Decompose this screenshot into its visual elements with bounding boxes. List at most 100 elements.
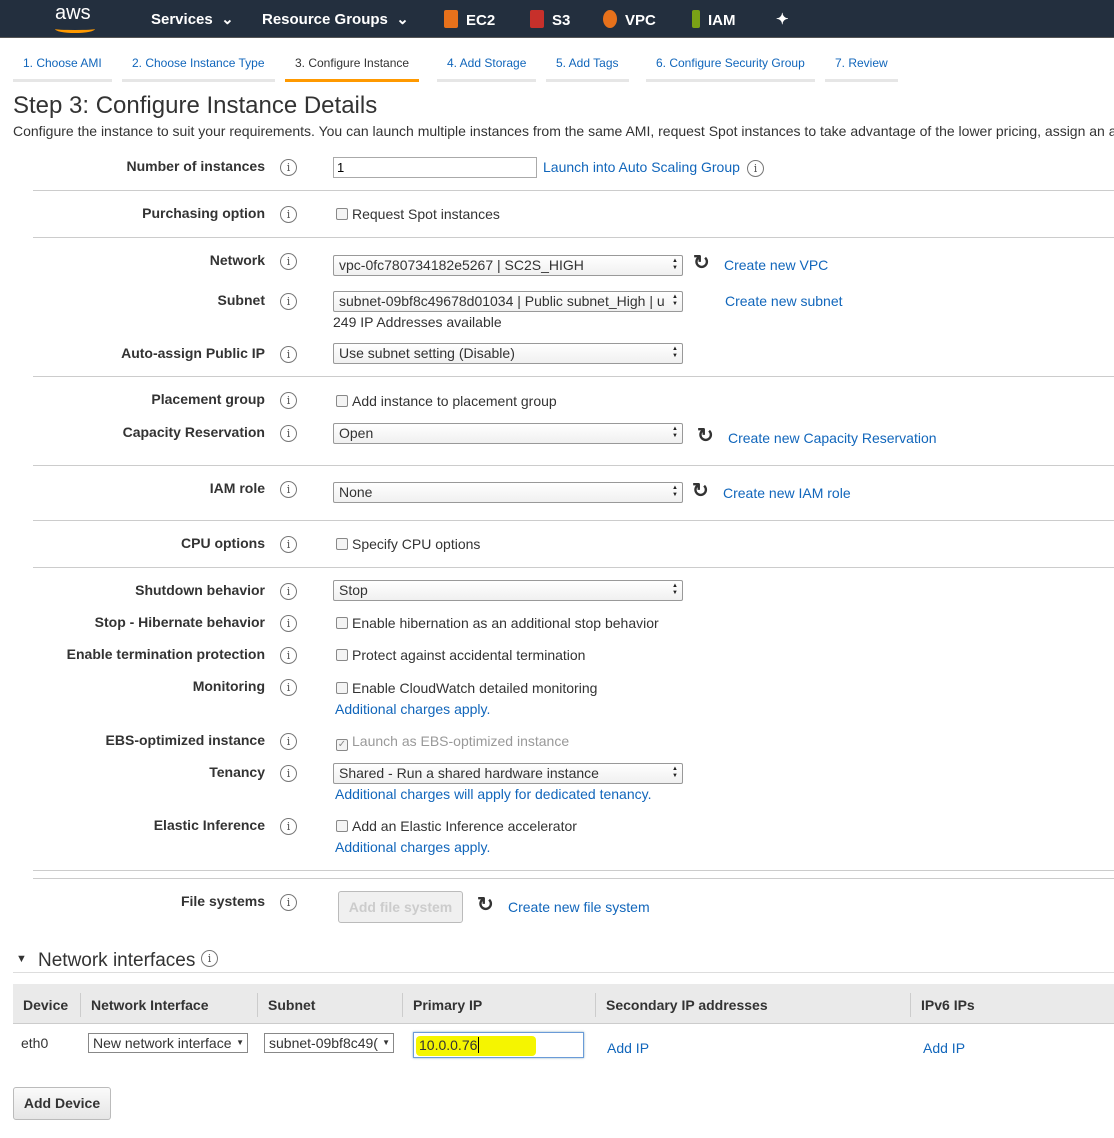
th-network-interface: Network Interface [91, 997, 209, 1013]
info-icon[interactable]: i [280, 346, 297, 363]
checkbox[interactable] [336, 208, 348, 220]
primary-ip-input[interactable]: 10.0.0.76 [413, 1032, 584, 1058]
info-icon[interactable]: i [280, 481, 297, 498]
divider [13, 972, 1114, 973]
services-menu[interactable]: Services ⌄ [151, 10, 234, 28]
termination-checkbox[interactable]: Protect against accidental termination [336, 647, 585, 663]
label-monitoring: Monitoring [192, 678, 265, 694]
create-capacity-link[interactable]: Create new Capacity Reservation [728, 430, 937, 446]
add-ipv6-link[interactable]: Add IP [923, 1040, 965, 1056]
divider [33, 520, 1114, 521]
refresh-icon[interactable]: ↻ [693, 253, 710, 273]
column-separator [257, 993, 258, 1017]
step-review[interactable]: 7. Review [825, 56, 898, 82]
network-interfaces-title[interactable]: Network interfaces [38, 950, 195, 972]
step-add-tags[interactable]: 5. Add Tags [546, 56, 629, 82]
info-icon[interactable]: i [280, 293, 297, 310]
auto-scaling-link[interactable]: Launch into Auto Scaling Group [543, 159, 740, 175]
checkbox[interactable] [336, 395, 348, 407]
monitoring-charges-link[interactable]: Additional charges apply. [335, 701, 490, 717]
top-nav: aws Services ⌄ Resource Groups ⌄ EC2 S3 … [0, 0, 1114, 38]
collapse-triangle-icon[interactable]: ▼ [16, 953, 27, 965]
label-cpu-options: CPU options [181, 535, 265, 551]
cpu-checkbox[interactable]: Specify CPU options [336, 536, 480, 552]
iam-select[interactable]: None [333, 482, 683, 503]
info-icon[interactable]: i [201, 950, 218, 967]
step-add-storage[interactable]: 4. Add Storage [437, 56, 537, 82]
step-choose-ami[interactable]: 1. Choose AMI [13, 56, 112, 82]
pin-icon[interactable]: ✦ [776, 10, 789, 28]
checkbox[interactable] [336, 820, 348, 832]
resource-groups-menu[interactable]: Resource Groups ⌄ [262, 10, 409, 28]
info-icon[interactable]: i [280, 206, 297, 223]
checkbox[interactable] [336, 538, 348, 550]
number-of-instances-input[interactable] [333, 157, 537, 178]
refresh-icon[interactable]: ↻ [477, 895, 494, 915]
aws-smile-icon [55, 25, 95, 33]
s3-shortcut[interactable]: S3 [530, 10, 570, 29]
info-icon[interactable]: i [280, 536, 297, 553]
refresh-icon[interactable]: ↻ [692, 481, 709, 501]
info-icon[interactable]: i [280, 425, 297, 442]
step-security-group[interactable]: 6. Configure Security Group [646, 56, 815, 82]
info-icon[interactable]: i [280, 733, 297, 750]
tenancy-charges-link[interactable]: Additional charges will apply for dedica… [335, 786, 651, 802]
spot-checkbox[interactable]: Request Spot instances [336, 206, 500, 222]
subnet-select[interactable]: subnet-09bf8c49678d01034 | Public subnet… [333, 291, 683, 312]
vpc-icon [603, 10, 617, 28]
column-separator [402, 993, 403, 1017]
column-separator [595, 993, 596, 1017]
checkbox[interactable] [336, 649, 348, 661]
info-icon[interactable]: i [280, 392, 297, 409]
info-icon[interactable]: i [747, 160, 764, 177]
label-network: Network [209, 252, 265, 268]
step-configure-instance[interactable]: 3. Configure Instance [285, 56, 420, 82]
network-interface-select[interactable]: New network interface [88, 1033, 248, 1053]
divider [33, 465, 1114, 466]
hibernate-checkbox[interactable]: Enable hibernation as an additional stop… [336, 615, 659, 631]
label-shutdown: Shutdown behavior [135, 582, 265, 598]
info-icon[interactable]: i [280, 679, 297, 696]
create-vpc-link[interactable]: Create new VPC [724, 257, 828, 273]
add-secondary-ip-link[interactable]: Add IP [607, 1040, 649, 1056]
public-ip-select[interactable]: Use subnet setting (Disable) [333, 343, 683, 364]
network-select[interactable]: vpc-0fc780734182e5267 | SC2S_HIGH [333, 255, 683, 276]
info-icon[interactable]: i [280, 818, 297, 835]
info-icon[interactable]: i [280, 647, 297, 664]
step-instance-type[interactable]: 2. Choose Instance Type [122, 56, 275, 82]
info-icon[interactable]: i [280, 159, 297, 176]
aws-logo[interactable]: aws [55, 2, 91, 25]
create-subnet-link[interactable]: Create new subnet [725, 293, 843, 309]
divider [33, 376, 1114, 377]
device-name: eth0 [21, 1035, 49, 1051]
checkbox[interactable] [336, 682, 348, 694]
label-iam-role: IAM role [209, 480, 265, 496]
page-description: Configure the instance to suit your requ… [13, 123, 1114, 139]
label-file-systems: File systems [180, 893, 265, 909]
label-termination: Enable termination protection [66, 646, 265, 662]
placement-checkbox[interactable]: Add instance to placement group [336, 393, 557, 409]
info-icon[interactable]: i [280, 253, 297, 270]
info-icon[interactable]: i [280, 894, 297, 911]
iam-shortcut[interactable]: IAM [692, 10, 736, 29]
capacity-select[interactable]: Open [333, 423, 683, 444]
tenancy-select[interactable]: Shared - Run a shared hardware instance [333, 763, 683, 784]
create-file-system-link[interactable]: Create new file system [508, 899, 650, 915]
monitoring-checkbox[interactable]: Enable CloudWatch detailed monitoring [336, 680, 597, 696]
label-capacity-reservation: Capacity Reservation [122, 424, 265, 440]
label-ebs-optimized: EBS-optimized instance [105, 732, 265, 748]
checkbox[interactable] [336, 617, 348, 629]
column-separator [910, 993, 911, 1017]
info-icon[interactable]: i [280, 765, 297, 782]
elastic-charges-link[interactable]: Additional charges apply. [335, 839, 490, 855]
vpc-shortcut[interactable]: VPC [603, 10, 656, 29]
refresh-icon[interactable]: ↻ [697, 426, 714, 446]
ec2-shortcut[interactable]: EC2 [444, 10, 495, 29]
elastic-checkbox[interactable]: Add an Elastic Inference accelerator [336, 818, 577, 834]
info-icon[interactable]: i [280, 583, 297, 600]
info-icon[interactable]: i [280, 615, 297, 632]
create-iam-link[interactable]: Create new IAM role [723, 485, 851, 501]
subnet-select-row[interactable]: subnet-09bf8c49( [264, 1033, 394, 1053]
add-device-button[interactable]: Add Device [13, 1087, 111, 1120]
shutdown-select[interactable]: Stop [333, 580, 683, 601]
